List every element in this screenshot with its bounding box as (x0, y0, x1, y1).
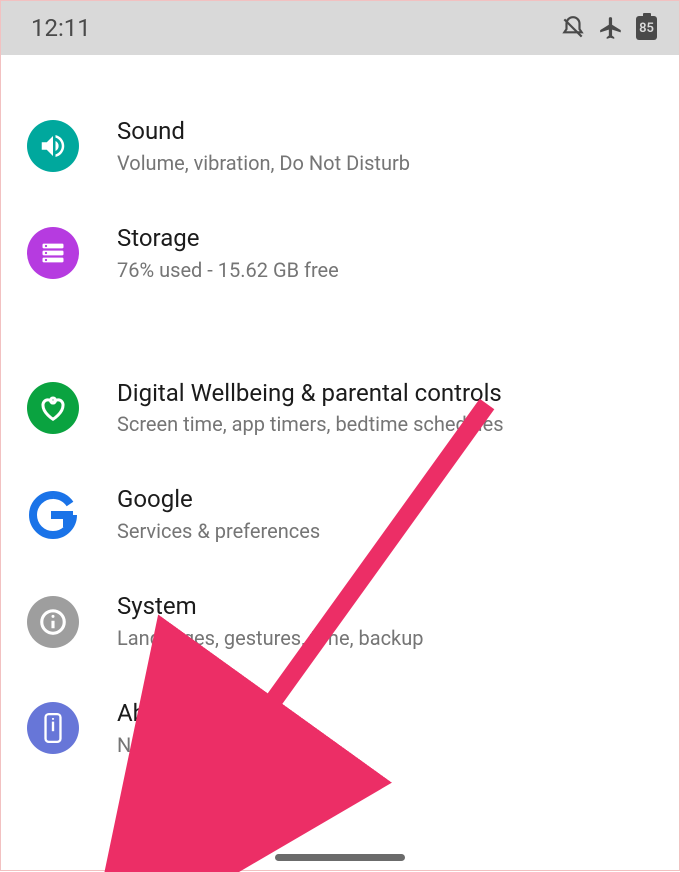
settings-subtitle: Volume, vibration, Do Not Disturb (117, 150, 410, 176)
settings-title: Digital Wellbeing & parental controls (117, 379, 504, 408)
google-g-icon (27, 489, 79, 541)
settings-subtitle: Languages, gestures, time, backup (117, 625, 423, 651)
nav-handle[interactable] (275, 854, 405, 861)
settings-group-2: Digital Wellbeing & parental controls Sc… (1, 337, 679, 782)
settings-subtitle: 76% used - 15.62 GB free (117, 257, 339, 283)
status-tray: 85 (560, 15, 657, 41)
settings-group-1: Sound Volume, vibration, Do Not Disturb … (1, 55, 679, 317)
settings-title: Google (117, 485, 320, 514)
heart-icon (27, 382, 79, 434)
bell-off-icon (560, 15, 586, 41)
settings-title: Storage (117, 224, 339, 253)
battery-icon: 85 (636, 16, 657, 40)
settings-row-storage[interactable]: Storage 76% used - 15.62 GB free (19, 200, 661, 307)
clock-time: 12:11 (31, 16, 91, 40)
phone-icon (27, 702, 79, 754)
settings-row-about[interactable]: About phone Nokia 6.1 Plus (19, 675, 661, 782)
status-bar: 12:11 85 (1, 1, 679, 55)
battery-percent: 85 (639, 21, 654, 36)
section-divider (1, 317, 679, 337)
settings-title: Sound (117, 117, 410, 146)
settings-row-wellbeing[interactable]: Digital Wellbeing & parental controls Sc… (19, 355, 661, 462)
storage-icon (27, 227, 79, 279)
settings-row-sound[interactable]: Sound Volume, vibration, Do Not Disturb (19, 93, 661, 200)
settings-subtitle: Services & preferences (117, 518, 320, 544)
settings-title: About phone (117, 699, 253, 728)
airplane-icon (598, 15, 624, 41)
settings-row-google[interactable]: Google Services & preferences (19, 461, 661, 568)
settings-subtitle: Nokia 6.1 Plus (117, 732, 253, 758)
volume-icon (27, 120, 79, 172)
settings-title: System (117, 592, 423, 621)
settings-subtitle: Screen time, app timers, bedtime schedul… (117, 411, 504, 437)
info-icon (27, 596, 79, 648)
settings-row-system[interactable]: System Languages, gestures, time, backup (19, 568, 661, 675)
